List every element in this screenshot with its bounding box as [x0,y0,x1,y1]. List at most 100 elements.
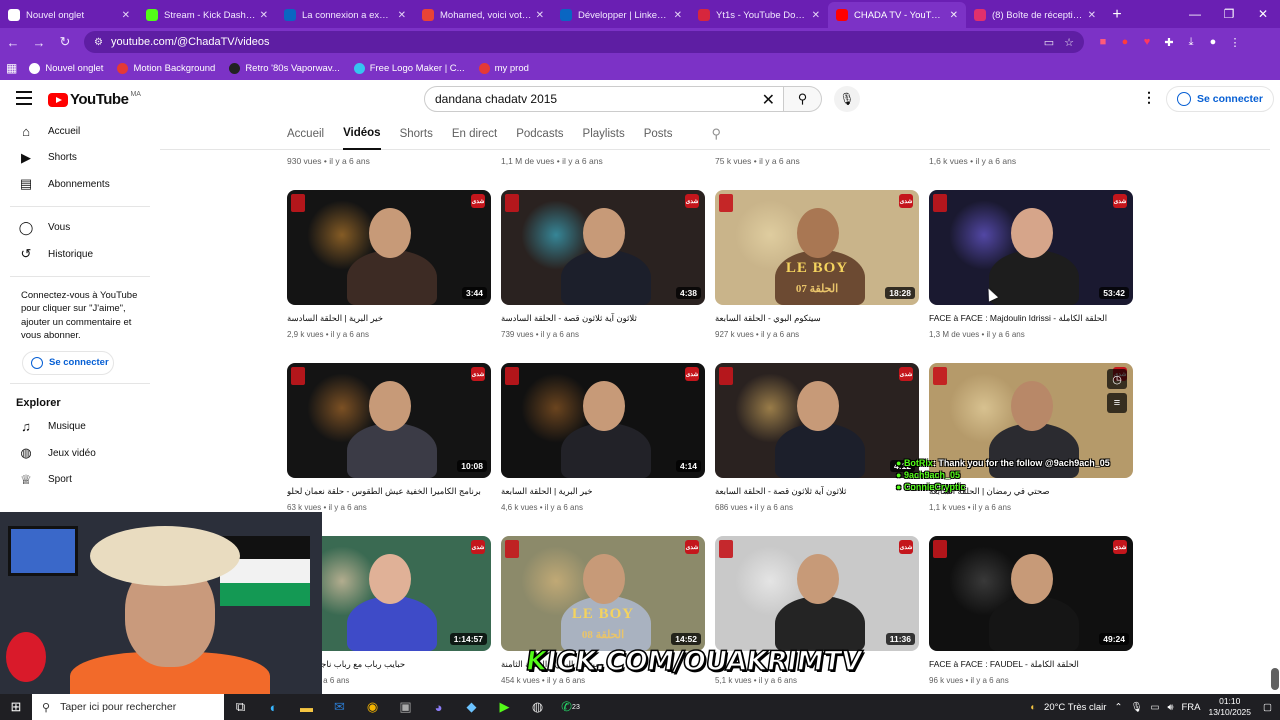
video-thumbnail[interactable]: شدى 3:44 [287,190,491,305]
video-card[interactable]: شدى LE BOY الحلقة 07 18:28 سيتكوم البوي - ال… [715,190,919,339]
close-tab-icon[interactable]: ✕ [674,10,682,21]
download-icon[interactable]: ⤓ [1180,31,1202,53]
video-thumbnail[interactable]: شدى 10:08 [287,363,491,478]
channel-search-icon[interactable]: ⚲ [711,126,721,142]
browser-tab[interactable]: Nouvel onglet ✕ [0,2,138,28]
search-input[interactable]: dandana chadatv 2015 ✕ [424,86,784,112]
tab-accueil[interactable]: Accueil [287,118,324,150]
browser-tab[interactable]: Stream - Kick Dashboard ✕ [138,2,276,28]
language-indicator[interactable]: FRA [1181,702,1200,713]
add-to-queue-icon[interactable]: ≡ [1107,393,1127,413]
video-thumbnail[interactable]: شدى 53:42 [929,190,1133,305]
address-bar[interactable]: ⚙ youtube.com/@ChadaTV/videos ▭ ☆ [84,31,1084,53]
new-tab-icon[interactable]: + [1104,2,1130,28]
profile-avatar[interactable]: ● [1202,31,1224,53]
outlook-icon[interactable]: ✉ [323,694,356,720]
video-card[interactable]: شدى 4:12 ثلاثون آية ثلاثون قصة - الحلقة ال… [715,363,919,512]
sidebar-signin-button[interactable]: Se connecter [22,350,114,375]
kick-app-icon[interactable]: ▶ [488,694,521,720]
network-icon[interactable]: ▭ [1150,702,1159,713]
reload-icon[interactable]: ↻ [52,29,78,55]
browser-menu-icon[interactable]: ⋮ [1224,31,1246,53]
task-view-icon[interactable]: ⧉ [224,694,257,720]
discord-icon[interactable]: ◕ [422,694,455,720]
taskbar-search[interactable]: ⚲ Taper ici pour rechercher [32,694,224,720]
clock[interactable]: 01:10 13/10/2025 [1208,696,1251,718]
browser-tab[interactable]: Mohamed, voici votre co ✕ [414,2,552,28]
browser-tab[interactable]: (8) Boîte de réception - ✕ [966,2,1104,28]
video-thumbnail[interactable]: شدى 49:24 [929,536,1133,651]
search-button[interactable]: ⚲ [784,86,822,112]
sidebar-item-accueil[interactable]: ⌂ Accueil [0,118,160,145]
video-title[interactable]: خير البرية | الحلقة السادسة [287,313,491,325]
video-card[interactable]: شدى 4:14 خير البرية | الحلقة السابعة 4,6 k … [501,363,705,512]
video-title[interactable]: FACE à FACE : Majdoulin Idrissi - الحلقة… [929,313,1133,325]
menu-icon[interactable] [16,91,32,105]
video-card[interactable]: شدى 4:38 ثلاثون آية ثلاثون قصة - الحلقة ال… [501,190,705,339]
settings-kebab-icon[interactable]: ⋮ [1142,89,1156,106]
file-explorer-icon[interactable]: ▬ [290,694,323,720]
volume-icon[interactable]: 🔊︎ [1167,702,1173,713]
video-title[interactable]: برنامج الكاميرا الخفية عيش الطقوس - حلقة… [287,486,491,498]
whatsapp-icon[interactable]: ✆ 23 [554,694,587,720]
browser-tab[interactable]: CHADA TV - YouTube ✕ [828,2,966,28]
video-card[interactable]: شدى 3:44 خير البرية | الحلقة السادسة 2,9 k … [287,190,491,339]
signin-button[interactable]: Se connecter [1166,86,1274,112]
video-thumbnail[interactable]: شدى 4:14 [501,363,705,478]
close-tab-icon[interactable]: ✕ [1088,10,1096,21]
video-title[interactable]: ثلاثون آية ثلاثون قصة - الحلقة السابعة [715,486,919,498]
tab-posts[interactable]: Posts [644,118,673,150]
close-tab-icon[interactable]: ✕ [398,10,406,21]
extension-icon[interactable]: ■ [1092,31,1114,53]
close-tab-icon[interactable]: ✕ [950,10,958,21]
apps-icon[interactable]: ▦ [6,61,17,75]
edge-icon[interactable]: ◐ [257,694,290,720]
bookmark-item[interactable]: Retro '80s Vaporwav... [229,62,340,74]
browser-tab[interactable]: Yt1s - YouTube Downloa ✕ [690,2,828,28]
tab-vid-os[interactable]: Vidéos [343,118,381,150]
photos-icon[interactable]: ▣ [389,694,422,720]
app-icon[interactable]: ◆ [455,694,488,720]
extension-heart-icon[interactable]: ♥ [1136,31,1158,53]
tab-shorts[interactable]: Shorts [400,118,433,150]
back-icon[interactable]: ← [0,29,26,55]
extension-icon[interactable]: ● [1114,31,1136,53]
bookmark-item[interactable]: Free Logo Maker | C... [353,62,465,74]
forward-icon[interactable]: → [26,29,52,55]
notifications-icon[interactable]: ▢ [1263,702,1272,713]
video-thumbnail[interactable]: شدى 11:36 [715,536,919,651]
windows-start-icon[interactable]: ⊞ [0,694,32,720]
video-card[interactable]: شدى 49:24 FACE à FACE : FAUDEL - الحلقة ال… [929,536,1133,685]
video-title[interactable]: سيتكوم البوي - الحلقة السابعة [715,313,919,325]
video-thumbnail[interactable]: شدى 4:12 [715,363,919,478]
clear-search-icon[interactable]: ✕ [762,90,775,110]
close-window-icon[interactable]: ✕ [1246,0,1280,28]
close-tab-icon[interactable]: ✕ [260,10,268,21]
watch-later-icon[interactable]: ◷ [1107,369,1127,389]
tab-podcasts[interactable]: Podcasts [516,118,563,150]
voice-search-button[interactable]: 🎙︎ [834,86,860,112]
sidebar-item-abonnements[interactable]: ▤ Abonnements [0,171,160,198]
minimize-icon[interactable]: — [1178,0,1212,28]
sidebar-item-jeux-vid-o[interactable]: ◍ Jeux vidéo [0,440,160,467]
video-title[interactable]: FACE à FACE : FAUDEL - الحلقة الكاملة [929,659,1133,671]
video-title[interactable]: ثلاثون آية ثلاثون قصة - الحلقة السادسة [501,313,705,325]
video-thumbnail[interactable]: شدى LE BOY الحلقة 07 18:28 [715,190,919,305]
weather-text[interactable]: 20°C Très clair [1044,702,1106,713]
sidebar-item-vous[interactable]: ◯ Vous [0,215,160,242]
bookmark-item[interactable]: Motion Background [117,62,215,74]
tray-arrow-icon[interactable]: ⌃ [1114,702,1122,713]
bookmark-star-icon[interactable]: ☆ [1064,36,1074,49]
sidebar-item-historique[interactable]: ↺ Historique [0,241,160,268]
close-tab-icon[interactable]: ✕ [812,10,820,21]
youtube-logo[interactable]: YouTube MA [48,91,141,108]
site-info-icon[interactable]: ⚙ [94,37,103,48]
tab-playlists[interactable]: Playlists [583,118,625,150]
mic-tray-icon[interactable]: 🎙︎ [1130,702,1142,713]
sidebar-item-sport[interactable]: ♕ Sport [0,467,160,494]
browser-tab[interactable]: Développer | LinkedIn ✕ [552,2,690,28]
close-tab-icon[interactable]: ✕ [122,10,130,21]
restore-icon[interactable]: ❐ [1212,0,1246,28]
install-icon[interactable]: ▭ [1044,36,1054,49]
page-scrollbar[interactable] [1271,668,1279,690]
